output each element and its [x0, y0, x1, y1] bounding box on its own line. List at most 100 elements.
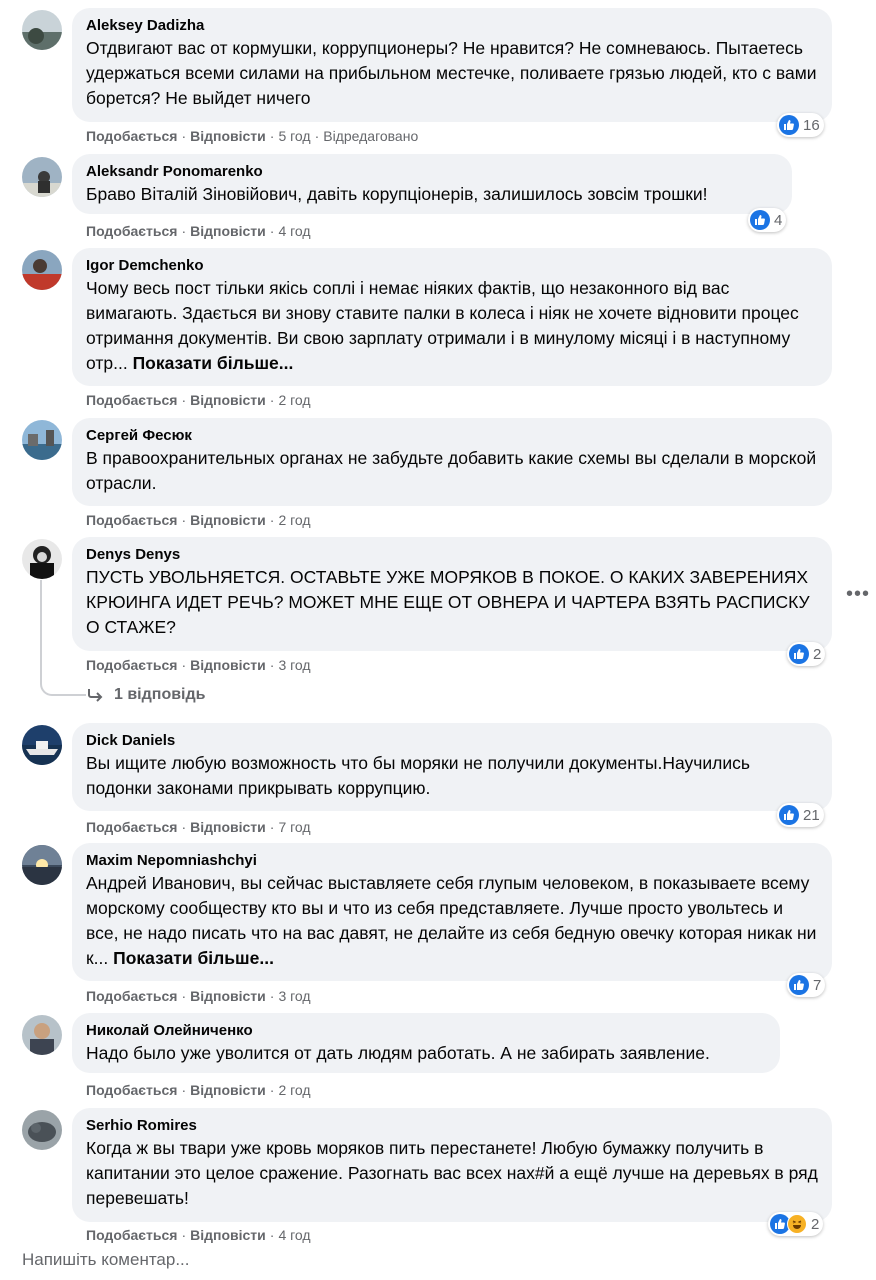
comment-author[interactable]: Maxim Nepomniashchyi	[86, 851, 818, 871]
like-button[interactable]: Подобається	[86, 512, 177, 528]
comment-text: Отдвигают вас от кормушки, коррупционеры…	[86, 38, 817, 108]
reply-button[interactable]: Відповісти	[190, 223, 266, 239]
comment-time[interactable]: 4 год	[278, 223, 310, 239]
comment-bubble: Aleksey Dadizha Отдвигают вас от кормушк…	[72, 8, 832, 122]
replies-count: 1 відповідь	[114, 686, 206, 703]
like-button[interactable]: Подобається	[86, 819, 177, 835]
comment-time[interactable]: 2 год	[278, 1082, 310, 1098]
comment-text: Вы ищите любую возможность что бы моряки…	[86, 753, 751, 798]
reply-button[interactable]: Відповісти	[190, 657, 266, 673]
comment-author[interactable]: Николай Олейниченко	[86, 1021, 766, 1041]
like-button[interactable]: Подобається	[86, 392, 177, 408]
reaction-summary[interactable]: 7	[787, 973, 826, 997]
comment-time[interactable]: 3 год	[278, 988, 310, 1004]
comment-actions: Подобається · Відповісти · 2 год	[86, 1082, 311, 1098]
comment-author[interactable]: Сергей Фесюк	[86, 426, 818, 446]
comment-author[interactable]: Aleksey Dadizha	[86, 16, 818, 36]
reply-button[interactable]: Відповісти	[190, 512, 266, 528]
comment-actions: Подобається · Відповісти · 2 год	[86, 392, 311, 408]
avatar[interactable]	[22, 250, 62, 290]
comment-actions: Подобається · Відповісти · 7 год	[86, 819, 311, 835]
comment-actions: Подобається · Відповісти · 3 год	[86, 988, 311, 1004]
reaction-summary[interactable]: 2	[787, 642, 826, 666]
reaction-count: 2	[811, 1215, 820, 1233]
comment-author[interactable]: Igor Demchenko	[86, 256, 818, 276]
comment-actions: Подобається · Відповісти · 2 год	[86, 512, 311, 528]
avatar[interactable]	[22, 1110, 62, 1150]
like-button[interactable]: Подобається	[86, 128, 177, 144]
comment-actions: Подобається · Відповісти · 5 год · Відредагова…	[86, 128, 419, 144]
avatar[interactable]	[22, 725, 62, 765]
view-replies-link[interactable]: 1 відповідь	[86, 686, 206, 704]
comment-bubble: Serhio Romires Когда ж вы твари уже кров…	[72, 1108, 832, 1222]
comment-text: Чому весь пост тільки якісь соплі і нема…	[86, 278, 799, 373]
like-button[interactable]: Подобається	[86, 1082, 177, 1098]
avatar-photo	[22, 539, 62, 579]
avatar-photo	[22, 420, 62, 460]
comment-actions: Подобається · Відповісти · 4 год	[86, 1227, 311, 1243]
comment-bubble: Aleksandr Ponomarenko Браво Віталій Зіно…	[72, 154, 792, 214]
comment-text: Надо было уже уволится от дать людям раб…	[86, 1043, 710, 1063]
reaction-count: 7	[813, 976, 822, 994]
like-button[interactable]: Подобається	[86, 657, 177, 673]
comment-bubble: Dick Daniels Вы ищите любую возможность …	[72, 723, 832, 811]
comment-bubble: Igor Demchenko Чому весь пост тільки які…	[72, 248, 832, 386]
more-options-icon[interactable]: •••	[846, 583, 870, 606]
comment-time[interactable]: 2 год	[278, 512, 310, 528]
show-more-link[interactable]: Показати більше...	[113, 948, 274, 968]
avatar[interactable]	[22, 420, 62, 460]
comment-bubble: Сергей Фесюк В правоохранительных органа…	[72, 418, 832, 506]
reaction-count: 2	[813, 645, 822, 663]
comment-author[interactable]: Aleksandr Ponomarenko	[86, 162, 778, 182]
like-reaction-icon	[789, 644, 809, 664]
comment-text: Когда ж вы твари уже кровь моряков пить …	[86, 1138, 818, 1208]
comment-time[interactable]: 5 год	[278, 128, 310, 144]
comment-text: В правоохранительных органах не забудьте…	[86, 448, 817, 493]
like-button[interactable]: Подобається	[86, 1227, 177, 1243]
comment-bubble: Николай Олейниченко Надо было уже уволит…	[72, 1013, 780, 1073]
comment-author[interactable]: Dick Daniels	[86, 731, 818, 751]
reaction-count: 21	[803, 806, 820, 824]
like-reaction-icon	[789, 975, 809, 995]
avatar-photo	[22, 1110, 62, 1150]
comment-author[interactable]: Serhio Romires	[86, 1116, 818, 1136]
like-button[interactable]: Подобається	[86, 223, 177, 239]
reply-button[interactable]: Відповісти	[190, 1082, 266, 1098]
avatar-photo	[22, 725, 62, 765]
comment-time[interactable]: 3 год	[278, 657, 310, 673]
reaction-summary[interactable]: 16	[777, 113, 824, 137]
avatar-photo	[22, 845, 62, 885]
reaction-summary[interactable]: 21	[777, 803, 824, 827]
avatar[interactable]	[22, 1015, 62, 1055]
reply-arrow-icon	[88, 689, 103, 702]
comment-author[interactable]: Denys Denys	[86, 545, 818, 565]
like-reaction-icon	[779, 115, 799, 135]
comment-bubble: Denys Denys ПУСТЬ УВОЛЬНЯЕТСЯ. ОСТАВЬТЕ …	[72, 537, 832, 651]
reaction-summary[interactable]: 2	[768, 1212, 824, 1236]
avatar-photo	[22, 250, 62, 290]
reply-button[interactable]: Відповісти	[190, 1227, 266, 1243]
comment-time[interactable]: 4 год	[278, 1227, 310, 1243]
like-reaction-icon	[750, 210, 770, 230]
reply-button[interactable]: Відповісти	[190, 392, 266, 408]
show-more-link[interactable]: Показати більше...	[133, 353, 294, 373]
like-button[interactable]: Подобається	[86, 988, 177, 1004]
comment-text: ПУСТЬ УВОЛЬНЯЕТСЯ. ОСТАВЬТЕ УЖЕ МОРЯКОВ …	[86, 567, 810, 637]
avatar[interactable]	[22, 10, 62, 50]
reply-button[interactable]: Відповісти	[190, 128, 266, 144]
comment-time[interactable]: 7 год	[278, 819, 310, 835]
avatar[interactable]	[22, 157, 62, 197]
comment-bubble: Maxim Nepomniashchyi Андрей Иванович, вы…	[72, 843, 832, 981]
like-reaction-icon	[779, 805, 799, 825]
comment-time[interactable]: 2 год	[278, 392, 310, 408]
avatar-photo	[22, 10, 62, 50]
reply-button[interactable]: Відповісти	[190, 819, 266, 835]
comment-actions: Подобається · Відповісти · 4 год	[86, 223, 311, 239]
reaction-count: 16	[803, 116, 820, 134]
edited-label: Відредаговано	[323, 128, 419, 144]
avatar[interactable]	[22, 539, 62, 579]
reaction-summary[interactable]: 4	[748, 208, 787, 232]
write-comment-input[interactable]: Напишіть коментар...	[22, 1250, 190, 1270]
avatar[interactable]	[22, 845, 62, 885]
reply-button[interactable]: Відповісти	[190, 988, 266, 1004]
